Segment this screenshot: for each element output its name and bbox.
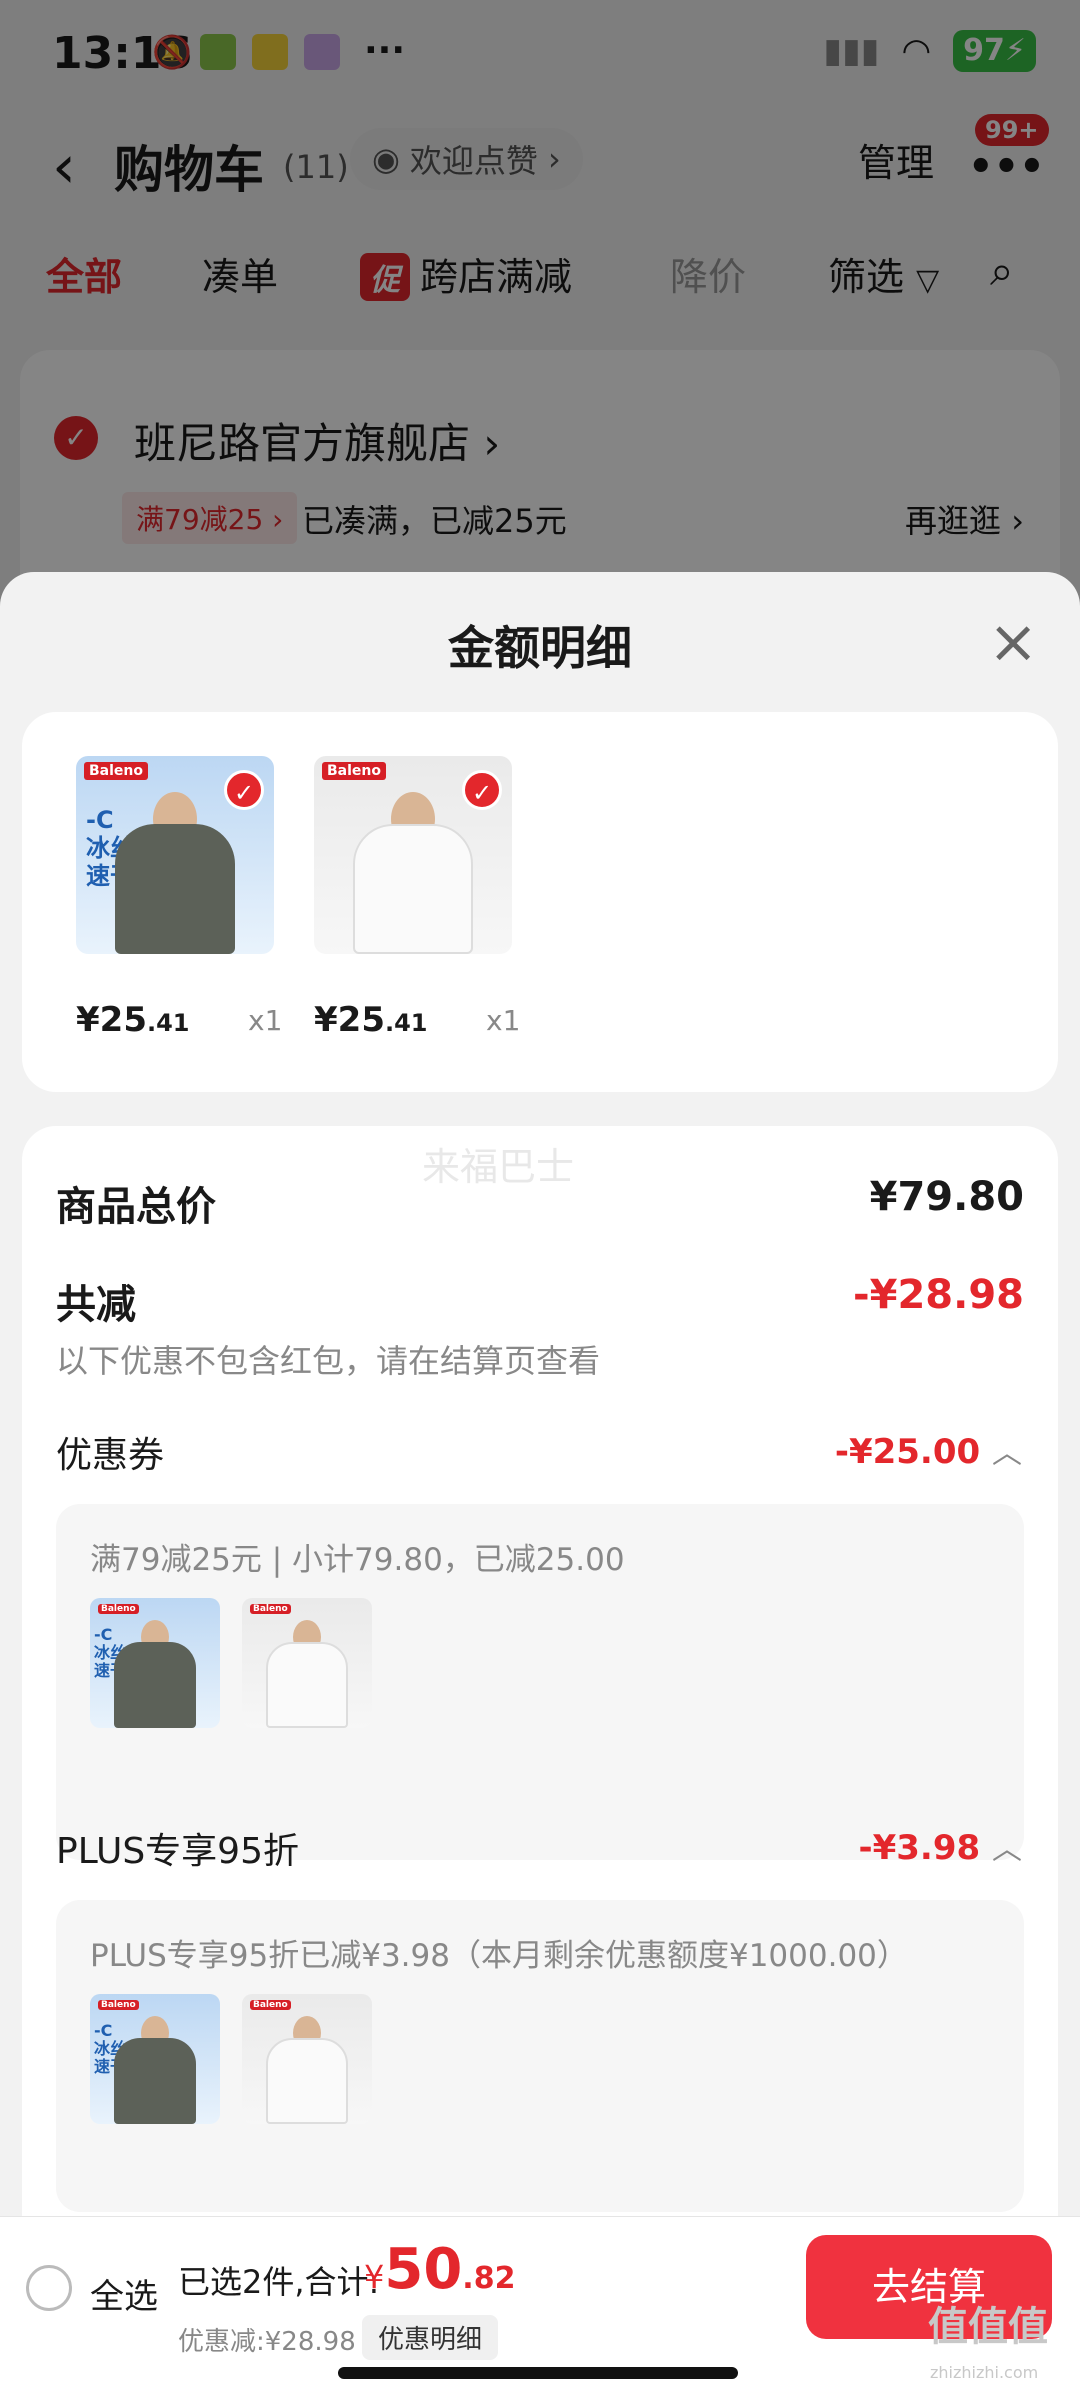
item-qty: x1 (486, 1004, 521, 1037)
home-indicator[interactable] (338, 2367, 738, 2379)
product-image: Baleno ✓ (314, 756, 512, 954)
brand-logo: Baleno (250, 2000, 291, 2010)
selected-items-card: Baleno -C 冰丝 速干 ✓ ¥25.41 x1 Baleno ✓ ¥25… (22, 712, 1058, 1092)
white-tshirt (266, 2038, 348, 2124)
price-dec: .41 (384, 1009, 428, 1037)
brand-logo: Baleno (322, 762, 386, 780)
price-dec: .41 (146, 1009, 190, 1037)
select-all-label[interactable]: 全选 (90, 2269, 158, 2318)
gray-tshirt (115, 824, 235, 954)
chevron-up-icon: ︿ (992, 1832, 1022, 1867)
plus-item-thumb: Baleno -C 冰丝 速干 (90, 1994, 220, 2124)
coupon-detail-box: 满79减25元 | 小计79.80，已减25.00 Baleno -C 冰丝 速… (56, 1504, 1024, 1860)
plus-label: PLUS专享95折 (56, 1831, 299, 1872)
coupon-value: -¥25.00 (834, 1432, 981, 1472)
discount-detail-button[interactable]: 优惠明细 (362, 2315, 499, 2360)
item-price: ¥25.41 (76, 1000, 190, 1040)
price-int: ¥25 (76, 1000, 147, 1040)
white-tshirt (266, 1642, 348, 1728)
plus-detail-text: PLUS专享95折已减¥3.98（本月剩余优惠额度¥1000.00） (90, 1938, 908, 1974)
discount-value: -¥28.98 (853, 1272, 1024, 1318)
brand-logo: Baleno (84, 762, 148, 780)
discount-label: 共减 (56, 1282, 136, 1328)
select-all-radio[interactable] (26, 2265, 72, 2311)
item-price: ¥25.41 (314, 1000, 428, 1040)
plus-item-thumb: Baleno (242, 1994, 372, 2124)
discount-hint: 以下优惠不包含红包，请在结算页查看 (56, 1342, 601, 1380)
coupon-item-thumb: Baleno -C 冰丝 速干 (90, 1598, 220, 1728)
chevron-up-icon: ︿ (992, 1436, 1022, 1471)
plus-toggle[interactable]: -¥3.98 ︿ (859, 1824, 1023, 1868)
total-price: ¥50.82 (364, 2237, 515, 2302)
plus-detail-box: PLUS专享95折已减¥3.98（本月剩余优惠额度¥1000.00） Balen… (56, 1900, 1024, 2212)
price-int: ¥25 (314, 1000, 385, 1040)
cart-page: 13:16 🔕 ··· ▮▮▮ ◠ 97⚡ ‹ 购物车 (11) ◉ 欢迎点赞 … (0, 0, 1080, 2400)
coupon-toggle[interactable]: -¥25.00 ︿ (835, 1428, 1022, 1472)
total-dec: .82 (462, 2261, 516, 2296)
site-watermark-url: zhizhizhi.com (930, 2363, 1039, 2382)
plus-value: -¥3.98 (858, 1828, 981, 1868)
item-qty: x1 (248, 1004, 283, 1037)
coupon-detail-text: 满79减25元 | 小计79.80，已减25.00 (90, 1542, 625, 1578)
brand-logo: Baleno (98, 2000, 139, 2010)
subtotal-value: ¥79.80 (869, 1174, 1024, 1220)
total-currency: ¥ (364, 2258, 385, 2296)
subtotal-label: 商品总价 (56, 1184, 216, 1230)
site-watermark: 值值值 (928, 2304, 1048, 2350)
checkout-bar: 全选 已选2件,合计: ¥50.82 优惠减:¥28.98 优惠明细 去结算 值… (0, 2216, 1080, 2400)
item-check-icon[interactable]: ✓ (462, 770, 502, 810)
coupon-label: 优惠券 (56, 1435, 165, 1476)
selected-info: 已选2件,合计: (178, 2263, 380, 2301)
amount-detail-sheet: 金额明细 × Baleno -C 冰丝 速干 ✓ ¥25.41 x1 Balen… (0, 572, 1080, 2400)
sheet-title: 金额明细 (448, 621, 632, 675)
watermark-text: 来福巴士 (422, 1145, 575, 1189)
coupon-item-thumb: Baleno (242, 1598, 372, 1728)
brand-logo: Baleno (250, 1604, 291, 1614)
item-check-icon[interactable]: ✓ (224, 770, 264, 810)
product-image: Baleno -C 冰丝 速干 ✓ (76, 756, 274, 954)
gray-tshirt (114, 1642, 196, 1728)
close-icon[interactable]: × (988, 612, 1038, 672)
price-breakdown-card: 来福巴士 商品总价 ¥79.80 共减 -¥28.98 以下优惠不包含红包，请在… (22, 1126, 1058, 2400)
brand-logo: Baleno (98, 1604, 139, 1614)
white-tshirt (353, 824, 473, 954)
gray-tshirt (114, 2038, 196, 2124)
saved-amount: 优惠减:¥28.98 (178, 2327, 356, 2357)
total-int: 50 (384, 2237, 463, 2302)
